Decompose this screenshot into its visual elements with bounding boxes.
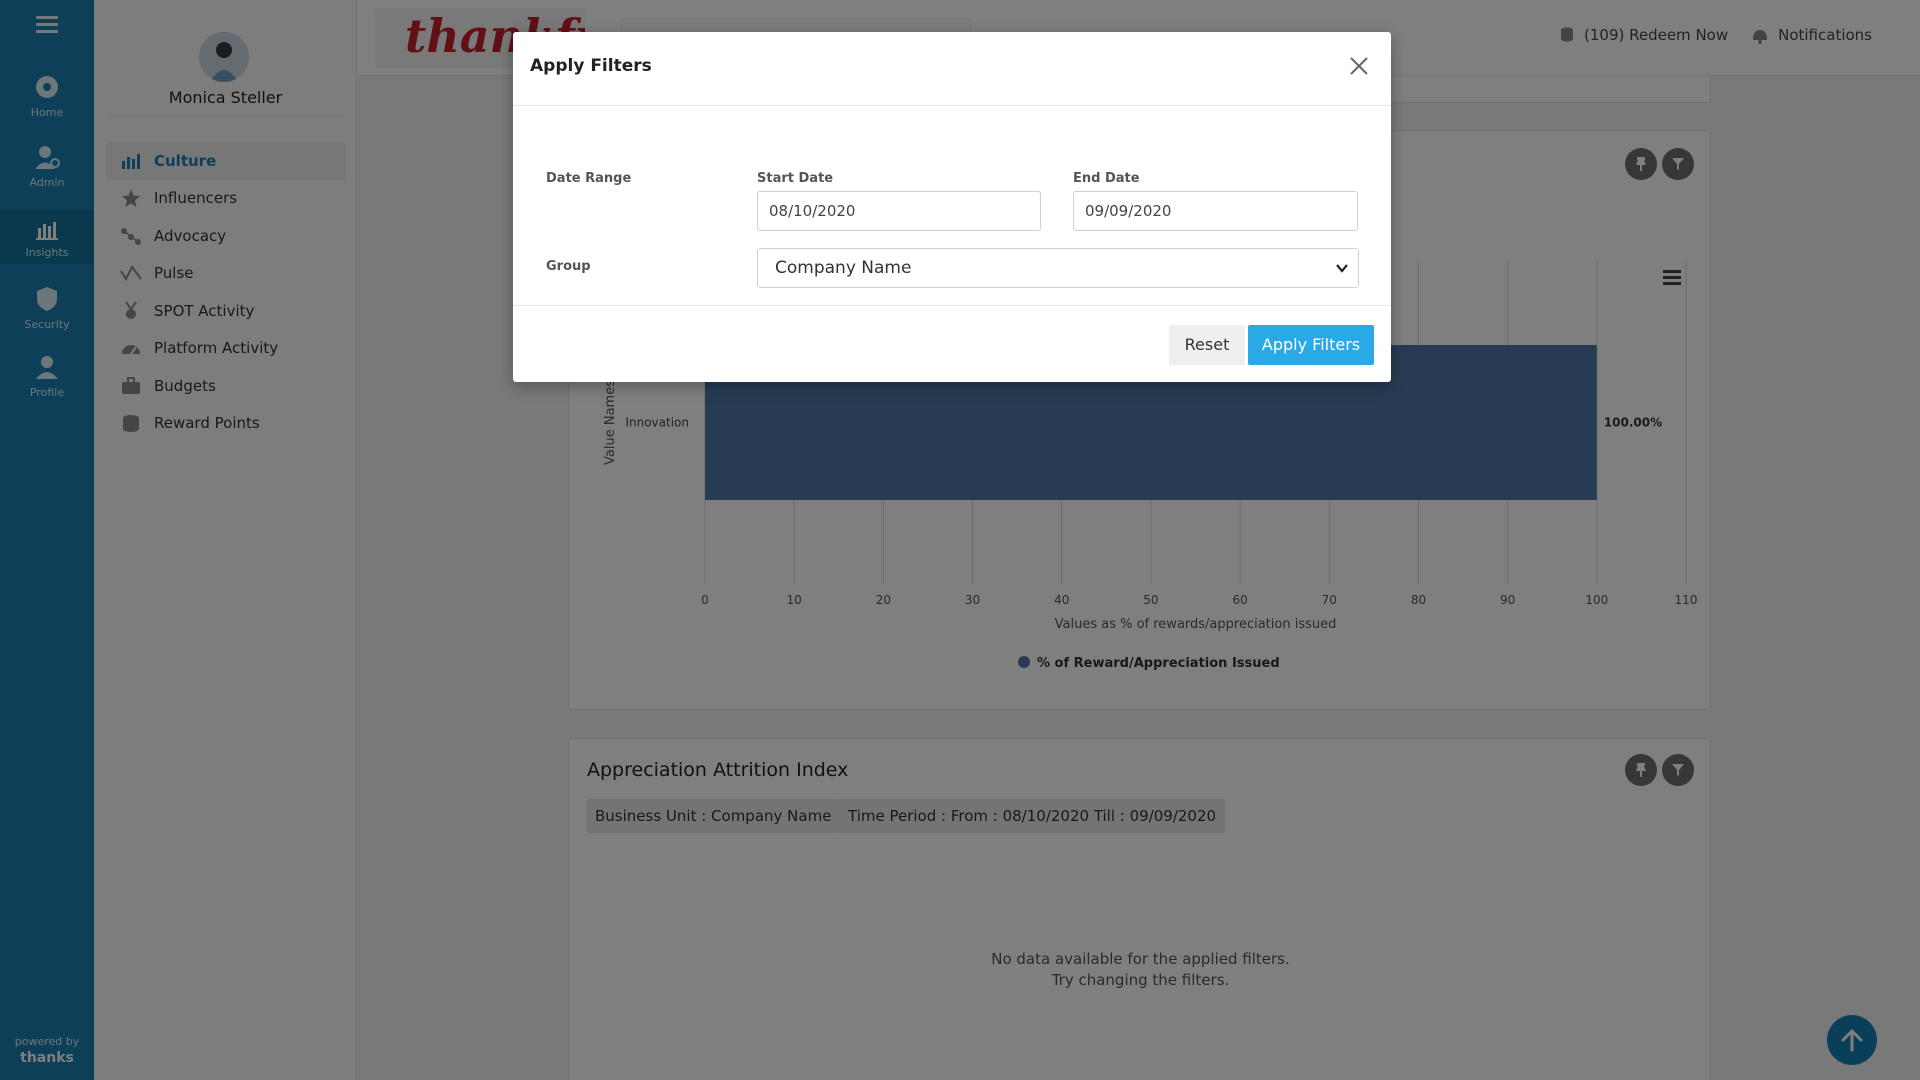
date-range-label: Date Range: [546, 171, 632, 186]
close-icon[interactable]: [1347, 54, 1371, 78]
apply-filters-modal: Apply Filters Date Range Start Date End …: [513, 32, 1391, 382]
modal-title: Apply Filters: [530, 56, 652, 76]
group-select[interactable]: Company Name: [757, 248, 1359, 288]
start-date-input[interactable]: 08/10/2020: [757, 191, 1041, 231]
end-date-label: End Date: [1073, 171, 1140, 186]
modal-body: Date Range Start Date End Date 08/10/202…: [513, 106, 1391, 306]
group-label: Group: [546, 259, 591, 274]
chevron-down-icon: [1336, 264, 1348, 273]
end-date-input[interactable]: 09/09/2020: [1073, 191, 1358, 231]
modal-header: Apply Filters: [513, 32, 1391, 106]
apply-filters-button[interactable]: Apply Filters: [1248, 325, 1374, 365]
reset-button[interactable]: Reset: [1169, 325, 1245, 365]
group-select-value: Company Name: [775, 258, 912, 278]
start-date-label: Start Date: [757, 171, 834, 186]
